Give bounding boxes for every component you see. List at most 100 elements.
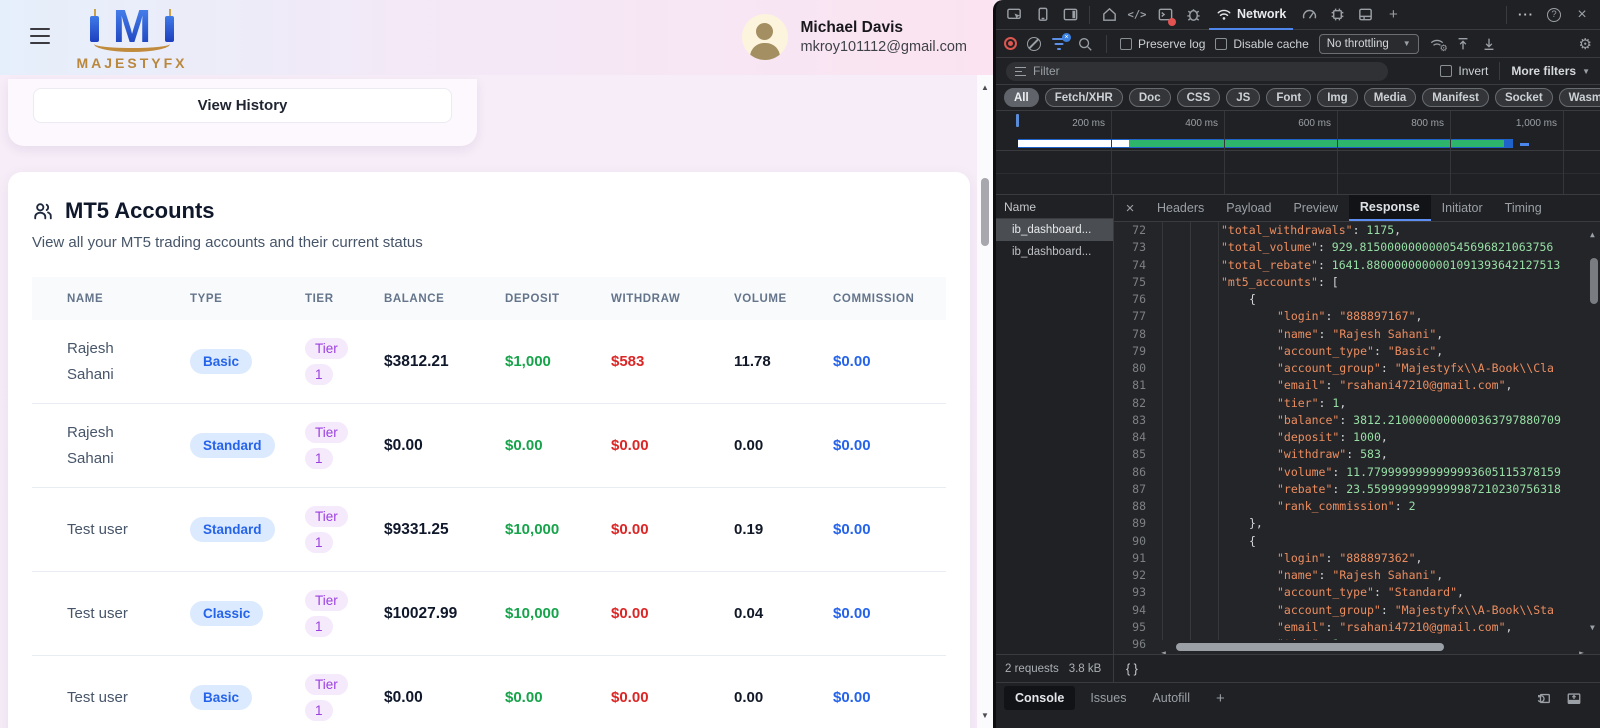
- filter-chip-fetch-xhr[interactable]: Fetch/XHR: [1045, 88, 1123, 107]
- home-panel-icon[interactable]: [1097, 3, 1121, 27]
- token-n: 1175: [1366, 223, 1394, 237]
- disable-cache-checkbox[interactable]: Disable cache: [1215, 37, 1308, 51]
- detail-tab-initiator[interactable]: Initiator: [1431, 195, 1494, 221]
- filter-chip-manifest[interactable]: Manifest: [1422, 88, 1489, 107]
- code-line: 87"rebate": 23.5599999999999987210230756…: [1114, 481, 1600, 498]
- detail-tab-response[interactable]: Response: [1349, 195, 1431, 221]
- network-conditions-icon[interactable]: ⚙: [1429, 37, 1445, 51]
- token-k: "account_group": [1277, 361, 1381, 375]
- clear-network-log-icon[interactable]: [1027, 37, 1041, 51]
- drawer-tab-issues[interactable]: Issues: [1079, 686, 1137, 710]
- search-icon[interactable]: [1077, 36, 1093, 52]
- filter-toggle-icon[interactable]: ×: [1051, 37, 1067, 51]
- detail-tabs: × HeadersPayloadPreviewResponseInitiator…: [1114, 195, 1600, 222]
- timeline-gridline: [1111, 151, 1112, 194]
- hscroll-thumb[interactable]: [1176, 643, 1444, 651]
- code-text: "total_withdrawals": 1175,: [1158, 222, 1401, 239]
- close-details-icon[interactable]: ×: [1114, 195, 1146, 221]
- invert-checkbox[interactable]: Invert: [1440, 64, 1488, 78]
- filter-placeholder: Filter: [1033, 64, 1060, 78]
- close-devtools-icon[interactable]: ×: [1570, 3, 1594, 27]
- inspect-element-icon[interactable]: [1002, 3, 1026, 27]
- scrollbar-thumb[interactable]: [981, 178, 989, 246]
- request-details-panel: × HeadersPayloadPreviewResponseInitiator…: [1114, 195, 1600, 654]
- help-icon[interactable]: ?: [1542, 3, 1566, 27]
- add-drawer-tab-icon[interactable]: +: [1205, 686, 1236, 710]
- memory-chip-icon[interactable]: [1325, 3, 1349, 27]
- timeline-gridline: [1563, 111, 1564, 150]
- horizontal-scrollbar[interactable]: ◄ ►: [1158, 640, 1587, 654]
- tab-network[interactable]: Network: [1209, 0, 1293, 30]
- more-filters-button[interactable]: More filters▼: [1511, 64, 1590, 78]
- scroll-down-icon[interactable]: ▼: [977, 711, 993, 720]
- mt5-accounts-card: MT5 Accounts View all your MT5 trading a…: [8, 172, 970, 728]
- code-text: "email": "rsahani47210@gmail.com",: [1158, 619, 1512, 636]
- device-toolbar-icon[interactable]: [1030, 3, 1054, 27]
- filter-chip-doc[interactable]: Doc: [1129, 88, 1171, 107]
- page-scrollbar[interactable]: ▲ ▼: [977, 75, 993, 728]
- view-history-button[interactable]: View History: [33, 88, 452, 123]
- export-har-icon[interactable]: [1481, 36, 1497, 52]
- token-p: {: [1249, 534, 1256, 548]
- scroll-up-icon[interactable]: ▲: [1590, 226, 1595, 243]
- filter-chip-media[interactable]: Media: [1364, 88, 1417, 107]
- code-line: 88"rank_commission": 2: [1114, 498, 1600, 515]
- filter-chip-font[interactable]: Font: [1266, 88, 1311, 107]
- drawer-tab-console[interactable]: Console: [1004, 686, 1075, 710]
- code-text: "name": "Rajesh Sahani",: [1158, 326, 1443, 343]
- more-options-icon[interactable]: ···: [1514, 3, 1538, 27]
- vscroll-thumb[interactable]: [1590, 258, 1598, 304]
- scroll-left-icon[interactable]: ◄: [1161, 644, 1166, 655]
- elements-code-icon[interactable]: </>: [1125, 3, 1149, 27]
- throttling-select[interactable]: No throttling▼: [1319, 34, 1419, 54]
- history-panel-icon[interactable]: [1536, 691, 1552, 706]
- line-number: 94: [1114, 602, 1158, 619]
- filter-chip-wasm[interactable]: Wasm: [1559, 88, 1600, 107]
- application-panel-icon[interactable]: [1353, 3, 1377, 27]
- request-row[interactable]: ib_dashboard...: [996, 219, 1113, 241]
- requests-name-column-header[interactable]: Name: [996, 195, 1113, 219]
- scroll-down-icon[interactable]: ▼: [1590, 619, 1595, 636]
- filter-chip-css[interactable]: CSS: [1177, 88, 1221, 107]
- performance-icon[interactable]: [1297, 3, 1321, 27]
- code-text: {: [1158, 533, 1256, 550]
- token-n: 2: [1409, 499, 1416, 513]
- user-profile-chip[interactable]: Michael Davis mkroy101112@gmail.com: [742, 14, 968, 60]
- console-panel-icon[interactable]: [1153, 3, 1177, 27]
- preserve-log-checkbox[interactable]: Preserve log: [1120, 37, 1205, 51]
- dock-side-icon[interactable]: [1058, 3, 1082, 27]
- drawer-tab-autofill[interactable]: Autofill: [1141, 686, 1201, 710]
- settings-gear-icon[interactable]: ⚙: [1579, 35, 1592, 53]
- add-panel-icon[interactable]: +: [1381, 3, 1405, 27]
- code-text: "account_type": "Basic",: [1158, 343, 1443, 360]
- request-row[interactable]: ib_dashboard...: [996, 241, 1113, 263]
- line-number: 86: [1114, 464, 1158, 481]
- filter-chip-all[interactable]: All: [1004, 88, 1039, 107]
- line-number: 82: [1114, 395, 1158, 412]
- timeline-gridline: [1337, 111, 1338, 150]
- import-har-icon[interactable]: [1455, 36, 1471, 52]
- detail-tab-timing[interactable]: Timing: [1494, 195, 1553, 221]
- expand-drawer-icon[interactable]: [1566, 691, 1582, 706]
- detail-tab-payload[interactable]: Payload: [1215, 195, 1282, 221]
- scroll-right-icon[interactable]: ►: [1579, 644, 1584, 655]
- format-json-button[interactable]: { }: [1114, 662, 1138, 676]
- hamburger-menu-icon[interactable]: [30, 28, 50, 44]
- response-code-viewer[interactable]: 72"total_withdrawals": 1175,73"total_vol…: [1114, 222, 1600, 654]
- token-p: :: [1353, 223, 1367, 237]
- network-overview-timeline[interactable]: 200 ms400 ms600 ms800 ms1,000 ms: [996, 111, 1600, 151]
- detail-tab-headers[interactable]: Headers: [1146, 195, 1215, 221]
- issues-bug-icon[interactable]: [1181, 3, 1205, 27]
- filter-input[interactable]: Filter: [1006, 62, 1388, 81]
- record-network-log-icon[interactable]: [1004, 37, 1017, 50]
- type-badge: Classic: [190, 601, 263, 626]
- detail-tab-preview[interactable]: Preview: [1282, 195, 1348, 221]
- filter-chip-socket[interactable]: Socket: [1495, 88, 1553, 107]
- filter-chip-img[interactable]: Img: [1317, 88, 1357, 107]
- vertical-scrollbar[interactable]: ▲ ▼: [1587, 222, 1600, 640]
- filter-chip-js[interactable]: JS: [1226, 88, 1260, 107]
- token-k: "total_volume": [1221, 240, 1318, 254]
- token-k: "total_withdrawals": [1221, 223, 1353, 237]
- scroll-up-icon[interactable]: ▲: [977, 83, 993, 92]
- token-p: :: [1325, 309, 1339, 323]
